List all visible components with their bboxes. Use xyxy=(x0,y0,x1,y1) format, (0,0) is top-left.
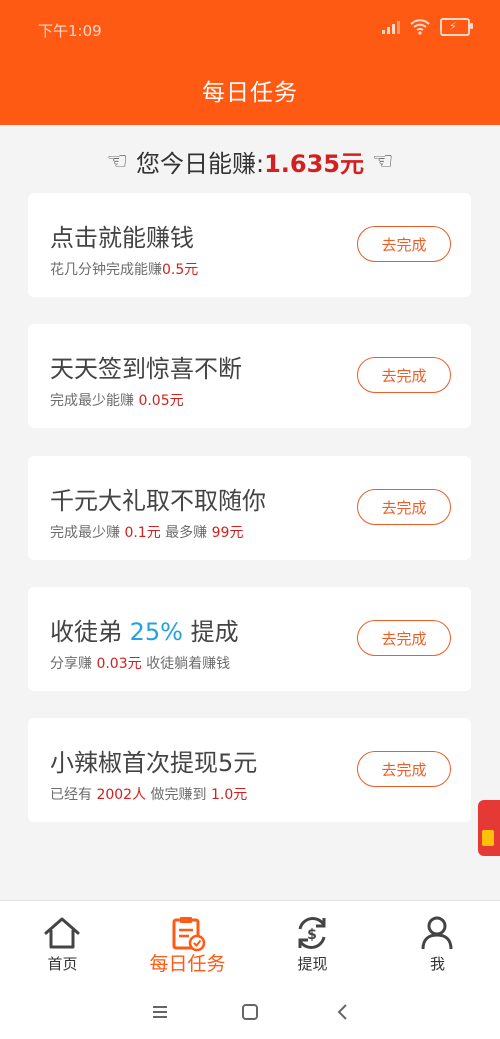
task-subtitle: 花几分钟完成能赚0.5元 xyxy=(50,259,198,279)
task-sub-text: 已经有 xyxy=(50,787,97,803)
task-card-gift: 千元大礼取不取随你 完成最少赚 0.1元 最多赚 99元 去完成 xyxy=(28,456,471,560)
task-sub-text: 最多赚 xyxy=(160,525,212,541)
earnings-label: 您今日能赚: xyxy=(135,149,265,178)
task-card-first-withdraw: 小辣椒首次提现5元 已经有 2002人 做完赚到 1.0元 去完成 xyxy=(28,718,471,822)
svg-text:$: $ xyxy=(307,927,317,943)
nav-home-label: 首页 xyxy=(47,955,78,973)
earnings-amount: 1.635元 xyxy=(264,149,364,178)
task-title-highlight: 25% xyxy=(129,618,183,646)
task-card-checkin: 天天签到惊喜不断 完成最少能赚 0.05元 去完成 xyxy=(28,324,471,428)
back-arrow-icon[interactable] xyxy=(333,1002,353,1022)
home-square-icon[interactable] xyxy=(240,1002,260,1022)
task-sub-text: 做完赚到 xyxy=(146,787,211,803)
nav-withdraw[interactable]: $ 提现 xyxy=(250,901,375,985)
bottom-nav: 首页 每日任务 $ 提现 我 xyxy=(0,900,500,985)
task-subtitle: 已经有 2002人 做完赚到 1.0元 xyxy=(50,784,247,804)
nav-daily-tasks-label: 每日任务 xyxy=(149,953,226,975)
task-title: 千元大礼取不取随你 xyxy=(50,487,266,515)
task-sub-text: 完成最少赚 xyxy=(50,525,125,541)
task-title-text: 收徒弟 xyxy=(50,618,130,646)
system-navigation-bar xyxy=(0,984,500,1039)
nav-home[interactable]: 首页 xyxy=(0,901,125,985)
page-title: 每日任务 xyxy=(202,80,298,106)
go-complete-button[interactable]: 去完成 xyxy=(357,751,451,787)
task-title: 小辣椒首次提现5元 xyxy=(50,749,258,777)
go-complete-button[interactable]: 去完成 xyxy=(357,357,451,393)
task-card-recruit: 收徒弟 25% 提成 分享赚 0.03元 收徒躺着赚钱 去完成 xyxy=(28,587,471,691)
task-title: 收徒弟 25% 提成 xyxy=(50,612,239,647)
wifi-icon xyxy=(410,19,430,35)
red-envelope-float-button[interactable] xyxy=(478,800,500,856)
task-subtitle: 完成最少赚 0.1元 最多赚 99元 xyxy=(50,522,243,542)
task-sub-amount: 0.05元 xyxy=(138,393,184,409)
user-icon xyxy=(421,916,453,950)
today-earnings: ☜ 您今日能赚: 1.635元 ☜ xyxy=(0,144,500,178)
menu-icon[interactable] xyxy=(150,1002,170,1022)
pointing-hand-left-icon: ☜ xyxy=(106,147,128,175)
task-title-text: 提成 xyxy=(182,618,239,646)
status-icons: ⚡ xyxy=(382,18,473,36)
battery-icon: ⚡ xyxy=(440,18,473,36)
task-title: 天天签到惊喜不断 xyxy=(50,355,242,383)
task-sub-amount: 99元 xyxy=(211,525,244,541)
task-sub-text: 花几分钟完成能赚 xyxy=(50,262,162,278)
pointing-hand-right-icon: ☜ xyxy=(372,147,394,175)
status-time: 下午1:09 xyxy=(38,22,102,40)
currency-exchange-icon: $ xyxy=(298,917,326,949)
task-sub-amount: 0.03元 xyxy=(96,656,142,672)
task-subtitle: 分享赚 0.03元 收徒躺着赚钱 xyxy=(50,653,230,673)
task-sub-text: 分享赚 xyxy=(50,656,97,672)
task-title: 点击就能赚钱 xyxy=(50,224,194,252)
signal-icon xyxy=(382,20,400,34)
go-complete-button[interactable]: 去完成 xyxy=(357,489,451,525)
go-complete-button[interactable]: 去完成 xyxy=(357,226,451,262)
nav-me-label: 我 xyxy=(429,955,445,973)
nav-me[interactable]: 我 xyxy=(375,901,500,985)
task-sub-amount: 1.0元 xyxy=(211,787,248,803)
task-sub-text: 收徒躺着赚钱 xyxy=(141,656,231,672)
nav-daily-tasks[interactable]: 每日任务 xyxy=(125,901,250,985)
nav-withdraw-label: 提现 xyxy=(297,955,328,973)
task-subtitle: 完成最少能赚 0.05元 xyxy=(50,390,184,410)
task-sub-amount: 0.1元 xyxy=(124,525,161,541)
task-sub-amount: 2002人 xyxy=(96,787,147,803)
header-bar: 下午1:09 ⚡ 每日任务 xyxy=(0,0,500,125)
go-complete-button[interactable]: 去完成 xyxy=(357,620,451,656)
task-sub-text: 完成最少能赚 xyxy=(50,393,139,409)
task-sub-amount: 0.5元 xyxy=(162,262,199,278)
home-icon xyxy=(44,917,80,949)
status-bar: 下午1:09 ⚡ xyxy=(0,0,500,62)
task-card-click-earn: 点击就能赚钱 花几分钟完成能赚0.5元 去完成 xyxy=(28,193,471,297)
